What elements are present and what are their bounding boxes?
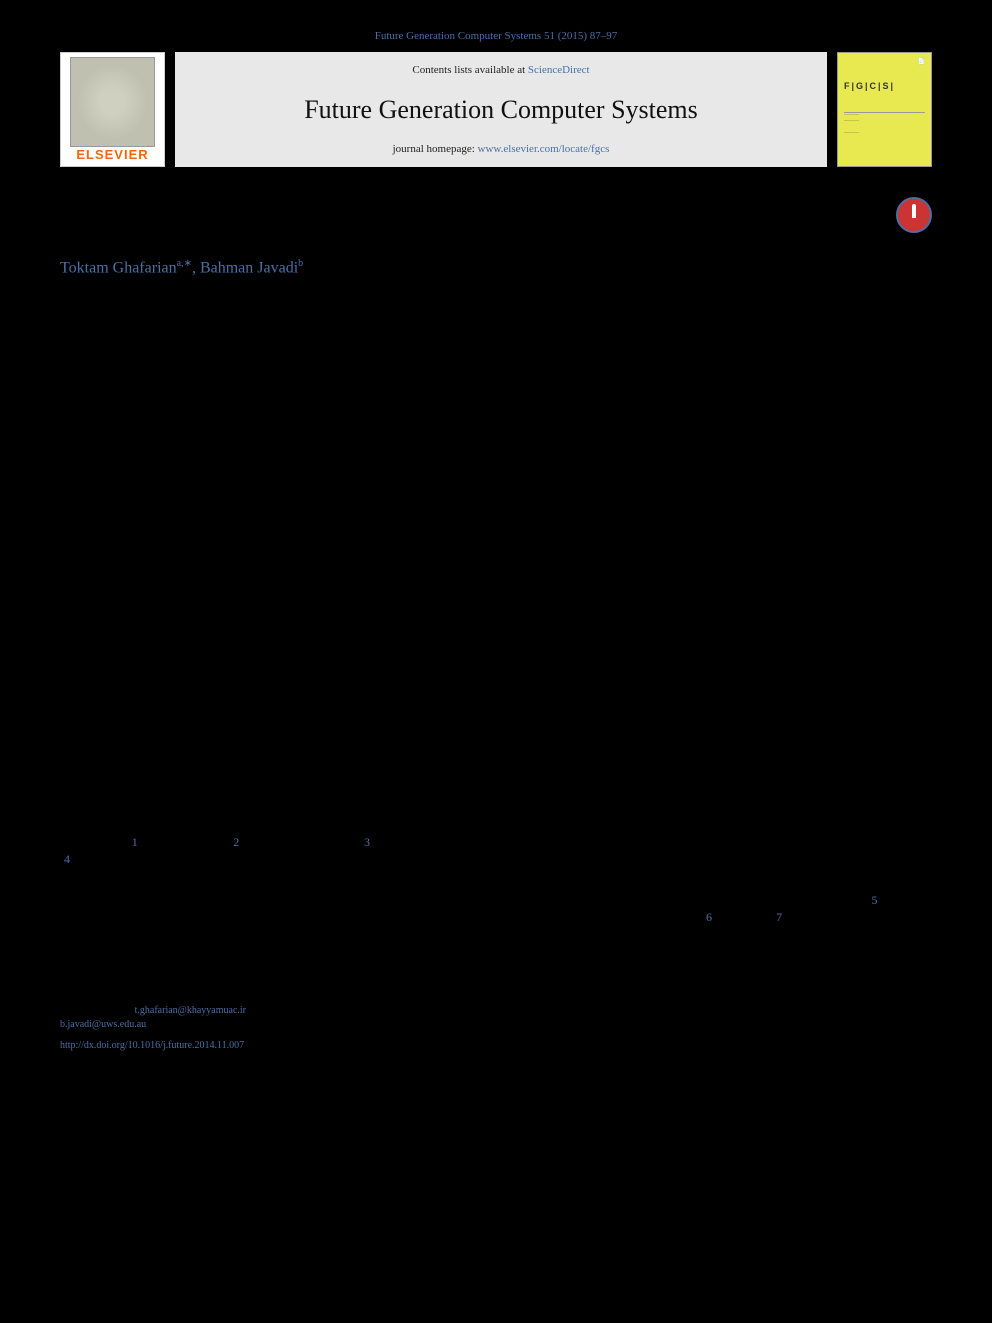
journal-name: Future Generation Computer Systems	[195, 95, 807, 125]
doi-link[interactable]: http://dx.doi.org/10.1016/j.future.2014.…	[60, 1040, 484, 1051]
email-addresses-line: E-mail addresses: t.ghafarian@khayyamuac…	[60, 1004, 484, 1018]
elsevier-logo: ELSEVIER	[60, 52, 165, 167]
article-info-heading: a r t i c l e i n f o	[60, 501, 260, 516]
author-2-email-link[interactable]: b.javadi@uws.edu.au	[60, 1019, 146, 1030]
affiliation-a: a Khayyam University, Mashhad, Iran	[60, 285, 932, 299]
crossmark-icon[interactable]	[896, 197, 932, 233]
keywords-list: Volunteer computing system Cloud computi…	[60, 664, 260, 739]
author-2-link[interactable]: Bahman Javadi	[200, 259, 298, 276]
author-separator: ,	[192, 259, 200, 276]
right-column: resources are shared systems; this means…	[509, 788, 933, 962]
affiliations: a Khayyam University, Mashhad, Iran b Sc…	[60, 285, 932, 313]
section-1-heading: 1. Introduction	[60, 788, 484, 807]
authors-line: Toktam Ghafariana,∗, Bahman Javadib	[60, 258, 932, 277]
journal-reference: Future Generation Computer Systems 51 (2…	[60, 30, 932, 42]
journal-homepage-link[interactable]: www.elsevier.com/locate/fgcs	[478, 143, 610, 155]
abstract-copyright: © 2014 Elsevier B.V. All rights reserved…	[290, 733, 932, 745]
accepted-date: Accepted 11 November 2014	[60, 589, 260, 604]
affiliation-b: b School of Computing, Engineering and M…	[60, 299, 932, 313]
journal-homepage-line: journal homepage: www.elsevier.com/locat…	[195, 143, 807, 155]
author-1-affiliation-mark: a,	[177, 258, 184, 269]
highlight-item: Workflow jobs are partitioned into sub-w…	[75, 377, 932, 399]
cover-abbrev: F|G|C|S|	[844, 81, 925, 92]
intro-paragraph-1-right: resources are shared systems; this means…	[509, 788, 933, 910]
keywords-heading: Keywords:	[60, 645, 260, 660]
abstract-heading: a b s t r a c t	[290, 501, 932, 512]
keyword: Scheduling	[60, 709, 260, 724]
contents-prefix: Contents lists available at	[412, 64, 527, 76]
keyword: Cloud computing	[60, 679, 260, 694]
received-date: Received 22 January 2014	[60, 544, 260, 559]
author-1-email-link[interactable]: t.ghafarian@khayyamuac.ir	[135, 1005, 246, 1016]
email-label: E-mail addresses:	[60, 1005, 135, 1016]
intro-paragraph-2-right: Scientific workflows such as LIGO [6] or…	[509, 909, 933, 961]
author-2-affiliation-mark: b	[298, 258, 303, 269]
online-date: Available online 20 November 2014	[60, 604, 260, 619]
left-column: 1. Introduction Volunteer computing syst…	[60, 788, 484, 962]
keyword: Data intensive	[60, 724, 260, 739]
highlight-item: Sub-workflows are scheduled either on th…	[75, 420, 932, 442]
footnotes: ∗ Corresponding author. E-mail addresses…	[60, 990, 484, 1032]
author-1-link[interactable]: Toktam Ghafarian	[60, 259, 177, 276]
paper-title: Cloud-aware data intensive workflow sche…	[60, 197, 896, 228]
elsevier-text: ELSEVIER	[76, 147, 148, 162]
header-center: Contents lists available at ScienceDirec…	[175, 52, 827, 167]
article-history-label: Article history:	[60, 529, 260, 544]
elsevier-tree-icon	[70, 57, 156, 147]
highlights-list: A workflow scheduling on hybrid system i…	[75, 355, 932, 463]
journal-cover-thumbnail: 📄 F|G|C|S| —————————	[837, 52, 932, 167]
highlight-item: A workflow scheduling on hybrid system i…	[75, 355, 932, 377]
highlight-item: Sub-workflows are ranked based on the co…	[75, 399, 932, 421]
footer-copyright: 0167-739X/© 2014 Elsevier B.V. All right…	[60, 1053, 484, 1064]
highlight-item: Proposed system improves the QoS in term…	[75, 442, 932, 464]
keyword: Workflow	[60, 694, 260, 709]
abstract-text: Volunteer computing systems offer high c…	[290, 533, 932, 724]
abstract-column: a b s t r a c t Volunteer computing syst…	[290, 501, 932, 757]
revised-date: 8 November 2014	[60, 574, 260, 589]
corresponding-author-note: ∗ Corresponding author.	[60, 990, 484, 1004]
article-info-sidebar: a r t i c l e i n f o Article history: R…	[60, 501, 260, 757]
revised-label: Received in revised form	[60, 559, 260, 574]
sciencedirect-link[interactable]: ScienceDirect	[528, 64, 590, 76]
body-columns: 1. Introduction Volunteer computing syst…	[60, 788, 932, 962]
journal-header: ELSEVIER Contents lists available at Sci…	[60, 52, 932, 167]
homepage-prefix: journal homepage:	[393, 143, 478, 155]
email-address-2-line: b.javadi@uws.edu.au (B. Javadi).	[60, 1018, 484, 1032]
keyword: Volunteer computing system	[60, 664, 260, 679]
intro-paragraph-1-left: Volunteer computing systems (VCSs) are l…	[60, 816, 484, 920]
highlights-heading: h i g h l i g h t s	[60, 333, 932, 345]
author-1-corresponding-mark: ∗	[184, 258, 192, 269]
contents-available-line: Contents lists available at ScienceDirec…	[195, 64, 807, 76]
